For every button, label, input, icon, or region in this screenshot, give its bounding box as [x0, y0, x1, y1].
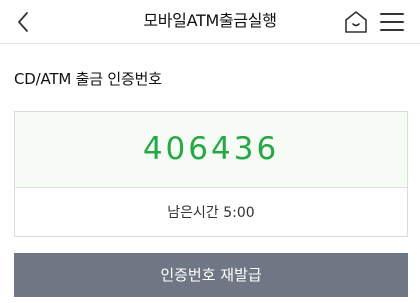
auth-code-value: 406436	[142, 131, 280, 167]
menu-button[interactable]	[378, 9, 406, 35]
auth-code-panel: 406436 남은시간 5:00	[14, 111, 408, 237]
app-header: 모바일ATM출금실행	[0, 0, 420, 44]
auth-code-area: 406436	[15, 112, 407, 188]
home-button[interactable]	[343, 9, 369, 35]
section-title: CD/ATM 출금 인증번호	[14, 70, 162, 88]
hamburger-menu-icon	[380, 13, 404, 31]
reissue-code-button[interactable]: 인증번호 재발급	[14, 253, 408, 297]
home-icon	[345, 11, 367, 33]
remaining-time: 남은시간 5:00	[167, 205, 255, 221]
